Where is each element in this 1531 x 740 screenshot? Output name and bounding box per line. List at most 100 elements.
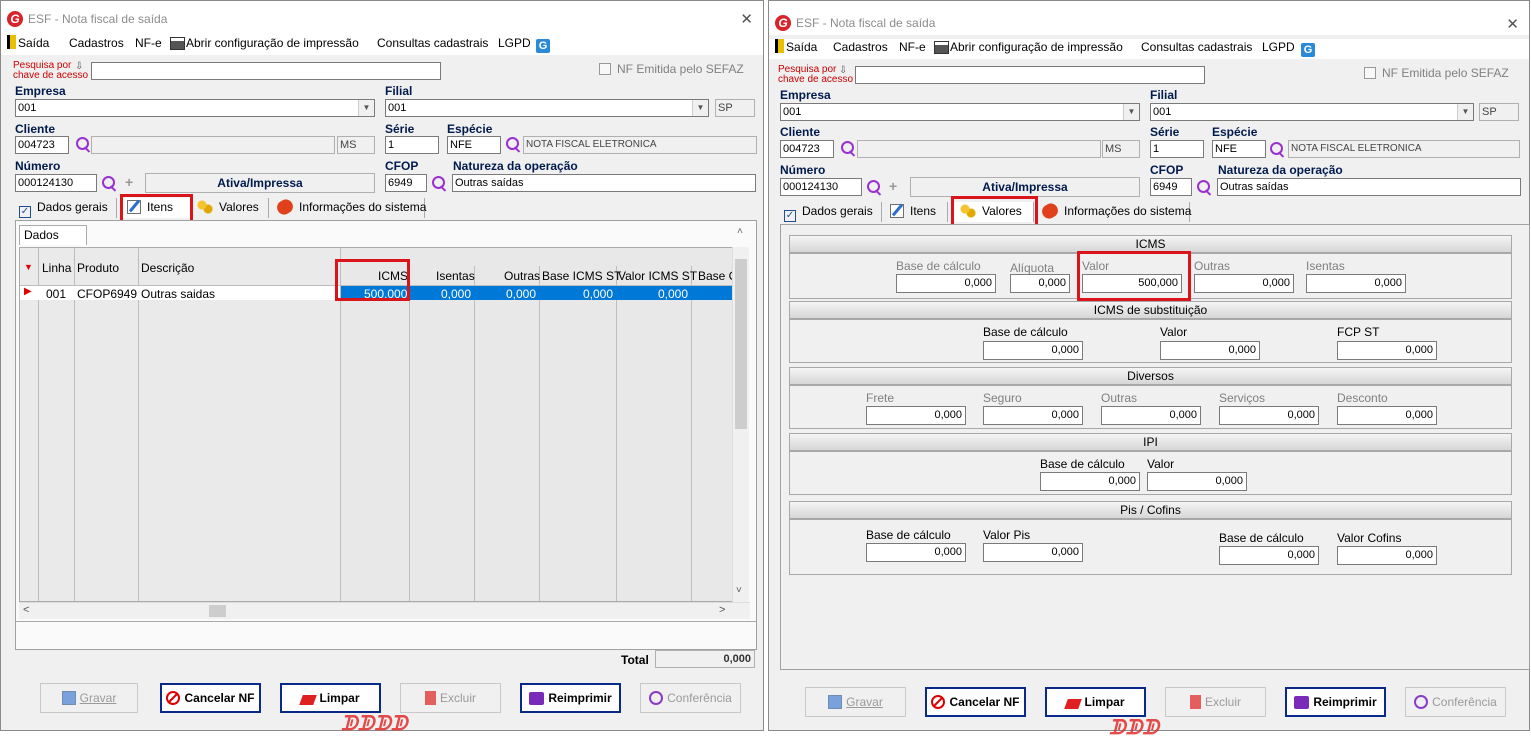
- lgpd-icon[interactable]: G: [536, 35, 552, 53]
- tab-itens[interactable]: Itens: [886, 202, 948, 222]
- pis-base-field[interactable]: 0,000: [866, 543, 966, 562]
- ipi-base-field[interactable]: 0,000: [1040, 472, 1140, 491]
- add-icon[interactable]: +: [125, 174, 133, 190]
- especie-input[interactable]: NFE: [1212, 140, 1266, 158]
- limpar-button[interactable]: Limpar: [280, 683, 381, 713]
- search-icon[interactable]: [866, 179, 882, 195]
- icms-base-field[interactable]: 0,000: [896, 274, 996, 293]
- search-icon[interactable]: [1196, 179, 1212, 195]
- icms-aliquota-field[interactable]: 0,000: [1010, 274, 1070, 293]
- diversos-outras-field[interactable]: 0,000: [1101, 406, 1201, 425]
- scroll-down-icon[interactable]: ˅: [736, 585, 742, 596]
- conferencia-button[interactable]: Conferência: [1405, 687, 1506, 717]
- icms-outras-field[interactable]: 0,000: [1194, 274, 1294, 293]
- close-icon[interactable]: ✕: [740, 10, 753, 28]
- tab-dados-itens[interactable]: Dados itens: [19, 225, 87, 260]
- tab-informacoes[interactable]: Informações do sistema: [273, 196, 426, 218]
- lgpd-icon[interactable]: G: [1301, 39, 1317, 57]
- col-valor-icms-st[interactable]: Valor ICMS ST: [618, 269, 697, 283]
- cliente-code-input[interactable]: 004723: [780, 140, 834, 158]
- access-key-input[interactable]: [91, 62, 441, 80]
- menu-lgpd[interactable]: LGPD: [1262, 39, 1295, 55]
- col-produto[interactable]: Produto: [77, 261, 119, 275]
- cell-outras: 0,000: [505, 287, 536, 301]
- tab-dados-gerais[interactable]: ✓ Dados gerais: [780, 202, 882, 222]
- col-isentas[interactable]: Isentas: [436, 269, 475, 283]
- col-linha[interactable]: Linha: [42, 261, 71, 275]
- filial-select[interactable]: 001 ▼: [1150, 103, 1474, 121]
- cliente-code-input[interactable]: 004723: [15, 136, 69, 154]
- especie-input[interactable]: NFE: [447, 136, 501, 154]
- seguro-field[interactable]: 0,000: [983, 406, 1083, 425]
- col-base-icms-st[interactable]: Base ICMS ST: [542, 269, 621, 283]
- valor-cofins-field[interactable]: 0,000: [1337, 546, 1437, 565]
- excluir-button[interactable]: Excluir: [400, 683, 501, 713]
- horizontal-scrollbar[interactable]: < >: [19, 602, 750, 619]
- empresa-select[interactable]: 001 ▼: [780, 103, 1140, 121]
- serie-input[interactable]: 1: [385, 136, 439, 154]
- valor-pis-field[interactable]: 0,000: [983, 543, 1083, 562]
- numero-input[interactable]: 000124130: [780, 178, 862, 196]
- natureza-input[interactable]: Outras saídas: [1217, 178, 1521, 196]
- search-icon[interactable]: [75, 136, 91, 152]
- cancelar-nf-button[interactable]: Cancelar NF: [160, 683, 261, 713]
- gravar-button[interactable]: Gravar: [40, 683, 138, 713]
- filial-select[interactable]: 001 ▼: [385, 99, 709, 117]
- cfop-input[interactable]: 6949: [385, 174, 427, 192]
- menu-saida[interactable]: Saída: [7, 35, 49, 51]
- tab-valores[interactable]: Valores: [193, 198, 269, 218]
- frete-field[interactable]: 0,000: [866, 406, 966, 425]
- menu-cadastros[interactable]: Cadastros: [69, 35, 124, 51]
- valor-pis-label: Valor Pis: [983, 528, 1031, 542]
- scroll-thumb[interactable]: [209, 605, 226, 617]
- nf-emitida-checkbox[interactable]: [599, 63, 611, 75]
- natureza-input[interactable]: Outras saídas: [452, 174, 756, 192]
- nf-emitida-checkbox[interactable]: [1364, 67, 1376, 79]
- scroll-up-icon[interactable]: ˄: [737, 226, 743, 237]
- tab-informacoes[interactable]: Informações do sistema: [1038, 200, 1191, 222]
- access-key-input[interactable]: [855, 66, 1205, 84]
- icms-isentas-label: Isentas: [1306, 259, 1345, 273]
- cofins-base-field[interactable]: 0,000: [1219, 546, 1319, 565]
- serie-input[interactable]: 1: [1150, 140, 1204, 158]
- desconto-field[interactable]: 0,000: [1337, 406, 1437, 425]
- tab-dados-gerais[interactable]: ✓ Dados gerais: [15, 198, 117, 218]
- icms-st-base-field[interactable]: 0,000: [983, 341, 1083, 360]
- search-icon[interactable]: [101, 175, 117, 191]
- cfop-input[interactable]: 6949: [1150, 178, 1192, 196]
- icms-isentas-field[interactable]: 0,000: [1306, 274, 1406, 293]
- menu-lgpd[interactable]: LGPD: [498, 35, 531, 51]
- excluir-button[interactable]: Excluir: [1165, 687, 1266, 717]
- reimprimir-button[interactable]: Reimprimir: [520, 683, 621, 713]
- scroll-left-icon[interactable]: <: [23, 604, 29, 616]
- numero-input[interactable]: 000124130: [15, 174, 97, 192]
- servicos-field[interactable]: 0,000: [1219, 406, 1319, 425]
- menu-abrir-config[interactable]: Abrir configuração de impressão: [934, 39, 1123, 55]
- gravar-button[interactable]: Gravar: [805, 687, 906, 717]
- conferencia-button[interactable]: Conferência: [640, 683, 741, 713]
- search-icon[interactable]: [505, 136, 521, 152]
- close-icon[interactable]: ✕: [1506, 15, 1519, 33]
- menu-abrir-config[interactable]: Abrir configuração de impressão: [170, 35, 359, 51]
- menu-saida[interactable]: Saída: [775, 39, 817, 55]
- col-descricao[interactable]: Descrição: [141, 261, 194, 275]
- search-icon[interactable]: [1269, 141, 1285, 157]
- menu-nfe[interactable]: NF-e: [899, 39, 926, 55]
- scroll-right-icon[interactable]: >: [719, 604, 725, 616]
- menu-nfe[interactable]: NF-e: [135, 35, 162, 51]
- menu-consultas[interactable]: Consultas cadastrais: [1141, 39, 1252, 55]
- search-icon[interactable]: [840, 140, 856, 156]
- limpar-button[interactable]: Limpar: [1045, 687, 1146, 717]
- col-outras[interactable]: Outras: [504, 269, 540, 283]
- menu-consultas[interactable]: Consultas cadastrais: [377, 35, 488, 51]
- cancelar-nf-button[interactable]: Cancelar NF: [925, 687, 1026, 717]
- empresa-select[interactable]: 001 ▼: [15, 99, 375, 117]
- search-icon[interactable]: [431, 175, 447, 191]
- add-icon[interactable]: +: [889, 178, 897, 194]
- fcp-st-field[interactable]: 0,000: [1337, 341, 1437, 360]
- icms-st-valor-field[interactable]: 0,000: [1160, 341, 1260, 360]
- ipi-valor-field[interactable]: 0,000: [1147, 472, 1247, 491]
- menu-cadastros[interactable]: Cadastros: [833, 39, 888, 55]
- reimprimir-button[interactable]: Reimprimir: [1285, 687, 1386, 717]
- vertical-scrollbar[interactable]: ˅: [732, 247, 749, 602]
